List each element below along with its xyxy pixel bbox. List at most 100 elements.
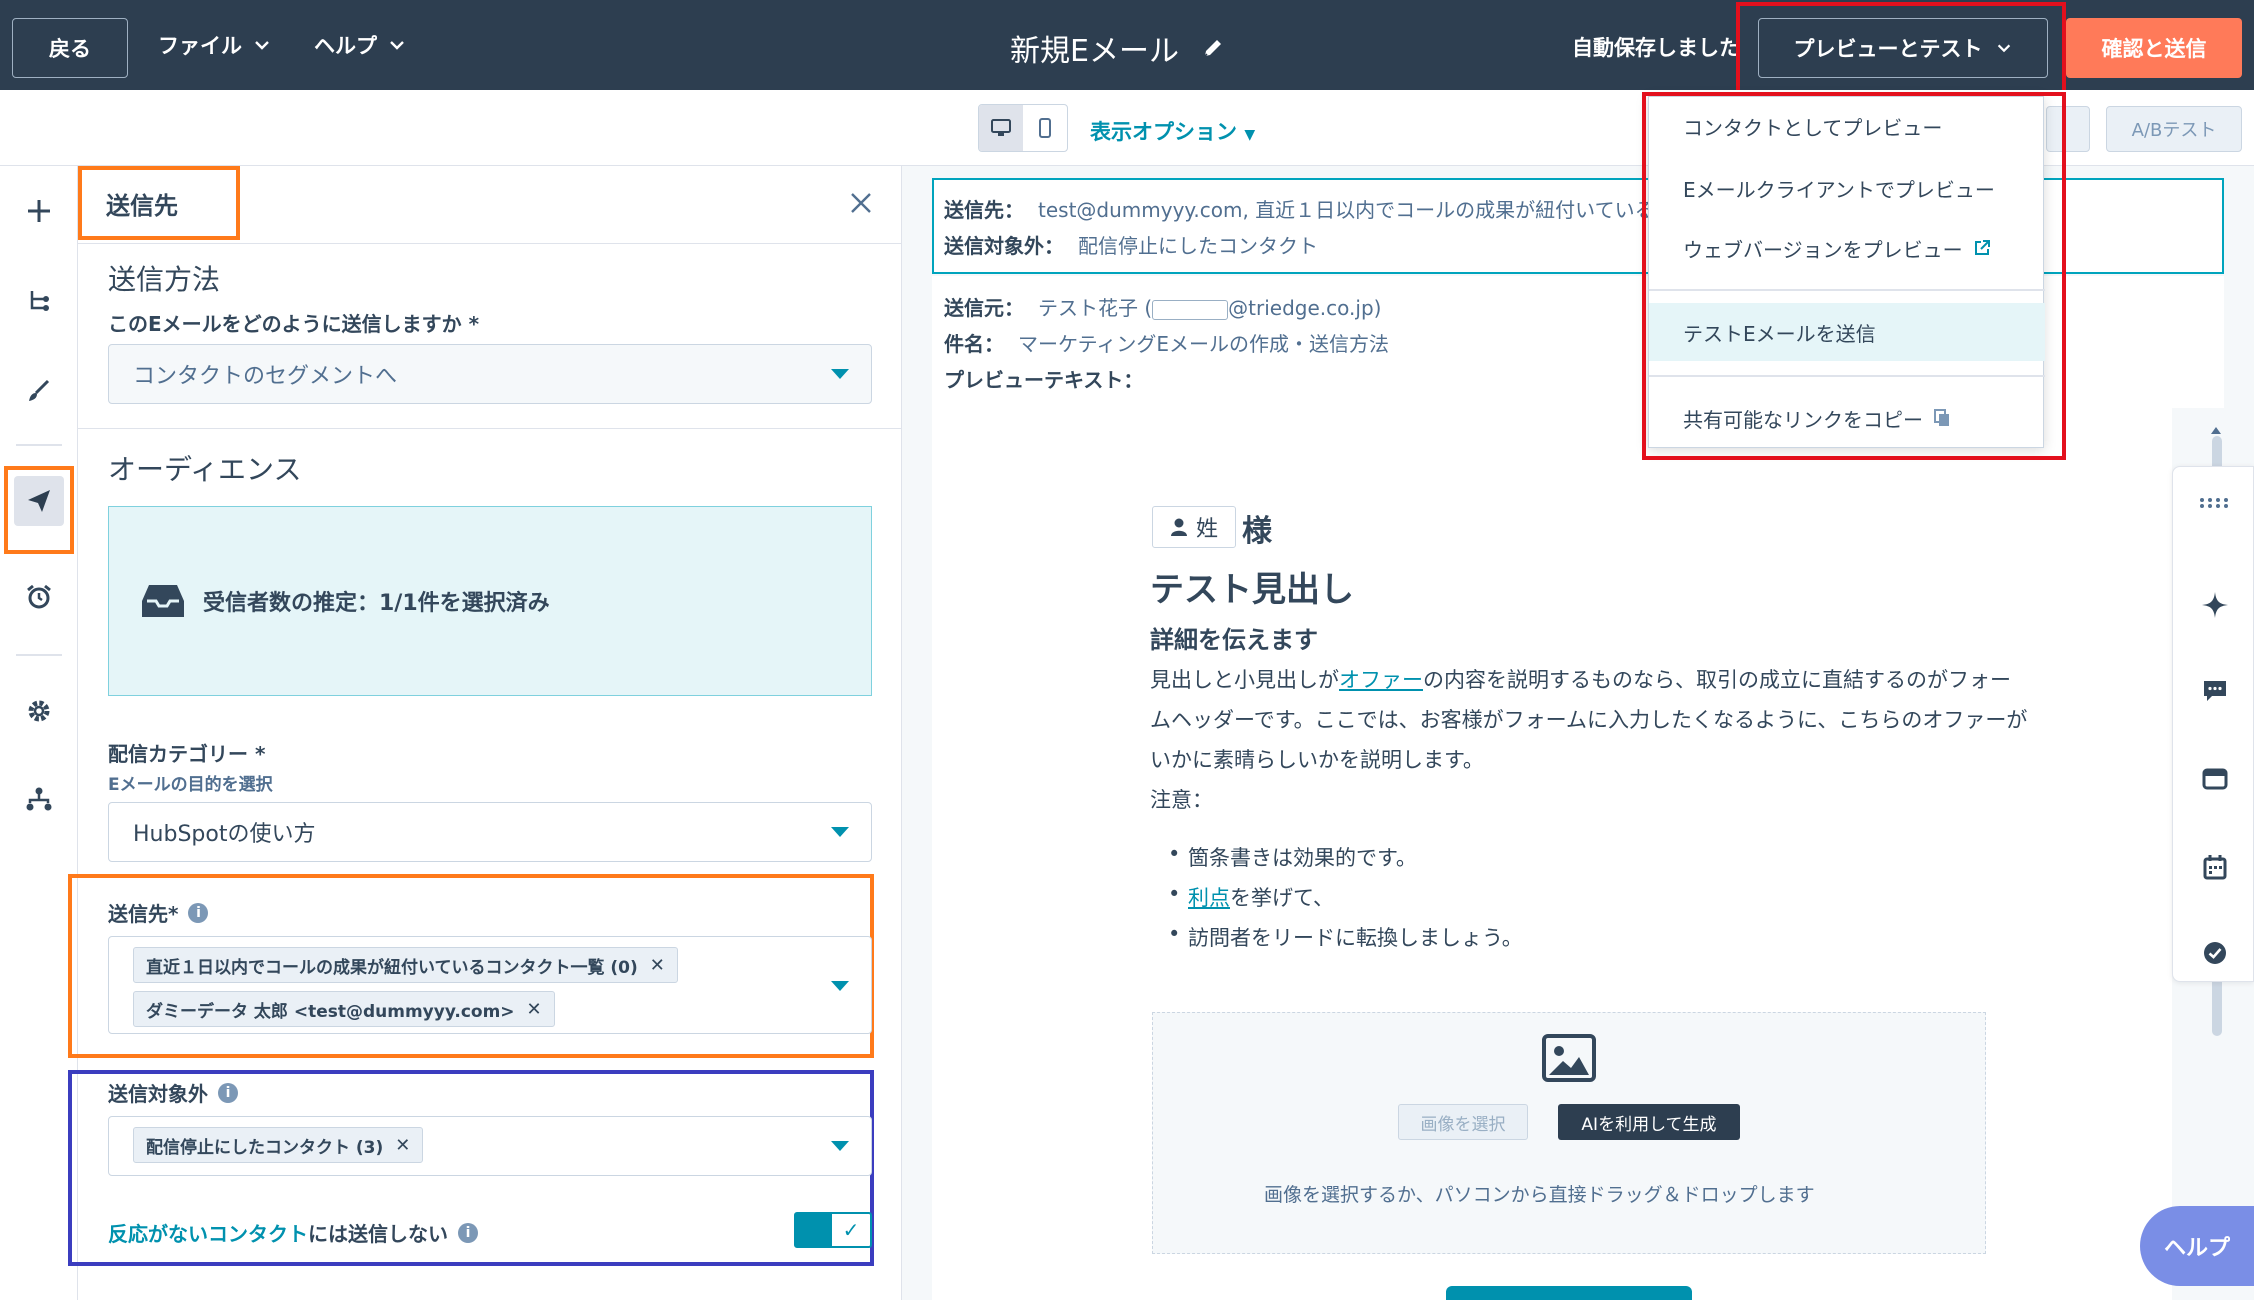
- clock-icon[interactable]: [14, 572, 64, 622]
- email-title-text: 新規Eメール: [1010, 34, 1179, 69]
- subject-value: マーケティングEメールの作成・送信方法: [1018, 332, 1390, 356]
- verified-badge-icon[interactable]: [2195, 933, 2235, 973]
- unengaged-row: 反応がないコンタクト には送信しない i: [108, 1218, 478, 1247]
- panel-header: 送信先: [78, 166, 902, 244]
- unengaged-text: には送信しない: [308, 1222, 448, 1246]
- send-to-select[interactable]: 直近１日以内でコールの成果が紐付いているコンタクト一覧 (0) ✕ ダミーデータ…: [108, 936, 872, 1034]
- tree-icon[interactable]: [14, 276, 64, 326]
- audience-heading: オーディエンス: [108, 453, 302, 486]
- to-line: 送信先： test@dummyyy.com, 直近１日以内でコールの成果が紐付いて…: [944, 194, 1655, 223]
- exclude-label: 送信対象外 i: [108, 1078, 238, 1107]
- chevron-down-icon: [390, 41, 404, 50]
- left-icon-rail: [0, 166, 78, 1300]
- rail-divider: [16, 444, 62, 446]
- sparkle-icon[interactable]: [2195, 585, 2235, 625]
- email-title[interactable]: 新規Eメール: [1010, 26, 1225, 70]
- email-body-text[interactable]: 見出しと小見出しがオファーの内容を説明するものなら、取引の成立に直結するのがフォ…: [1150, 660, 2030, 820]
- display-options-label: 表示オプション: [1090, 120, 1237, 144]
- browser-icon[interactable]: [2195, 759, 2235, 799]
- section-divider: [78, 428, 902, 429]
- to-value: test@dummyyy.com, 直近１日以内でコールの成果が紐付いている: [1038, 198, 1655, 222]
- send-to-tag: ダミーデータ 太郎 <test@dummyyy.com> ✕: [133, 991, 555, 1027]
- help-menu-label: ヘルプ: [314, 34, 377, 58]
- send-to-tag-label: 直近１日以内でコールの成果が紐付いているコンタクト一覧 (0): [146, 957, 638, 978]
- email-subheading[interactable]: 詳細を伝えます: [1150, 620, 1318, 655]
- exclude-tag-label: 配信停止にしたコンタクト (3): [146, 1137, 384, 1158]
- autosave-status: 自動保存しました: [1572, 36, 1740, 60]
- unengaged-toggle[interactable]: ✓: [794, 1212, 872, 1248]
- plus-icon[interactable]: [14, 186, 64, 236]
- category-label: 配信カテゴリー *: [108, 742, 266, 766]
- send-method-label: このEメールをどのように送信しますか *: [108, 312, 480, 336]
- calendar-icon[interactable]: [2195, 847, 2235, 887]
- check-icon: ✓: [832, 1214, 870, 1246]
- annotation-orange-box: [78, 166, 240, 240]
- cta-button[interactable]: [1446, 1286, 1692, 1300]
- annotation-red-box: [1736, 2, 2066, 94]
- ab-test-button[interactable]: A/Bテスト: [2106, 106, 2242, 152]
- send-method-heading: 送信方法: [108, 263, 221, 296]
- file-menu[interactable]: ファイル: [158, 30, 272, 60]
- benefit-link[interactable]: 利点: [1188, 886, 1230, 910]
- display-options-menu[interactable]: 表示オプション ▼: [1090, 116, 1255, 146]
- remove-tag-icon[interactable]: ✕: [527, 999, 542, 1020]
- recipient-estimate-card: 受信者数の推定：1/1件を選択済み: [108, 506, 872, 696]
- info-icon[interactable]: i: [218, 1082, 238, 1103]
- right-tool-strip: [2172, 466, 2254, 982]
- info-icon[interactable]: i: [458, 1222, 478, 1243]
- select-image-button[interactable]: 画像を選択: [1398, 1104, 1528, 1140]
- info-icon[interactable]: i: [188, 902, 209, 923]
- caret-down-icon: ▼: [1244, 127, 1256, 143]
- list-item[interactable]: 利点を挙げて、: [1168, 882, 1334, 912]
- chevron-down-icon: [255, 41, 269, 50]
- ai-generate-button[interactable]: AIを利用して生成: [1558, 1104, 1740, 1140]
- gear-icon[interactable]: [14, 686, 64, 736]
- token-label: 姓: [1195, 517, 1218, 542]
- desktop-icon: [991, 119, 1011, 136]
- category-sublabel: Eメールの目的を選択: [108, 775, 273, 795]
- send-method-select[interactable]: コンタクトのセグメントへ: [108, 344, 872, 404]
- remove-tag-icon[interactable]: ✕: [395, 1135, 410, 1156]
- exclude-tag: 配信停止にしたコンタクト (3) ✕: [133, 1127, 424, 1163]
- list-item[interactable]: 訪問者をリードに転換しましょう。: [1168, 922, 1523, 952]
- email-heading[interactable]: テスト見出し: [1150, 562, 1354, 611]
- desktop-view-button[interactable]: [979, 105, 1023, 151]
- body-text-1: 見出しと小見出しが: [1150, 668, 1339, 692]
- grid-icon[interactable]: [2195, 483, 2235, 523]
- help-menu[interactable]: ヘルプ: [314, 30, 407, 60]
- recipients-panel: 送信先 送信方法 このEメールをどのように送信しますか * コンタクトのセグメン…: [68, 166, 902, 1300]
- send-to-tag-label: ダミーデータ 太郎 <test@dummyyy.com>: [146, 1001, 515, 1022]
- device-toggle: [978, 104, 1068, 152]
- unengaged-link[interactable]: 反応がないコンタクト: [108, 1218, 308, 1247]
- exclude-select[interactable]: 配信停止にしたコンタクト (3) ✕: [108, 1116, 872, 1176]
- caret-down-icon: [831, 369, 849, 379]
- exclude-label-text: 送信対象外: [108, 1082, 208, 1106]
- image-hint: 画像を選択するか、パソコンから直接ドラッグ＆ドロップします: [1264, 1184, 1815, 1206]
- pencil-icon[interactable]: [1201, 36, 1225, 60]
- recipient-estimate-text: 受信者数の推定：1/1件を選択済み: [203, 591, 550, 616]
- org-icon[interactable]: [14, 774, 64, 824]
- honorific: 様: [1242, 514, 1272, 549]
- annotation-red-box: [1642, 92, 2066, 460]
- redacted-box: [1152, 299, 1229, 320]
- subject-label: 件名：: [944, 332, 1004, 356]
- caret-down-icon: [831, 827, 849, 837]
- send-method-value: コンタクトのセグメントへ: [133, 364, 398, 389]
- mobile-view-button[interactable]: [1023, 105, 1067, 151]
- list-item[interactable]: 箇条書きは効果的です。: [1168, 842, 1417, 872]
- help-button[interactable]: ヘルプ: [2140, 1206, 2254, 1286]
- close-icon[interactable]: [846, 188, 876, 218]
- caret-down-icon: [831, 981, 849, 991]
- confirm-send-button[interactable]: 確認と送信: [2066, 18, 2242, 78]
- brush-icon[interactable]: [14, 366, 64, 416]
- back-button[interactable]: 戻る: [12, 18, 128, 78]
- file-menu-label: ファイル: [158, 34, 242, 58]
- personalization-token[interactable]: 姓: [1152, 506, 1236, 548]
- rail-divider: [16, 654, 62, 656]
- offer-link[interactable]: オファー: [1339, 668, 1423, 692]
- category-select[interactable]: HubSpotの使い方: [108, 802, 872, 862]
- comment-icon[interactable]: [2195, 671, 2235, 711]
- remove-tag-icon[interactable]: ✕: [650, 955, 665, 976]
- from-label: 送信元：: [944, 296, 1024, 320]
- scroll-up-icon[interactable]: [2210, 425, 2222, 435]
